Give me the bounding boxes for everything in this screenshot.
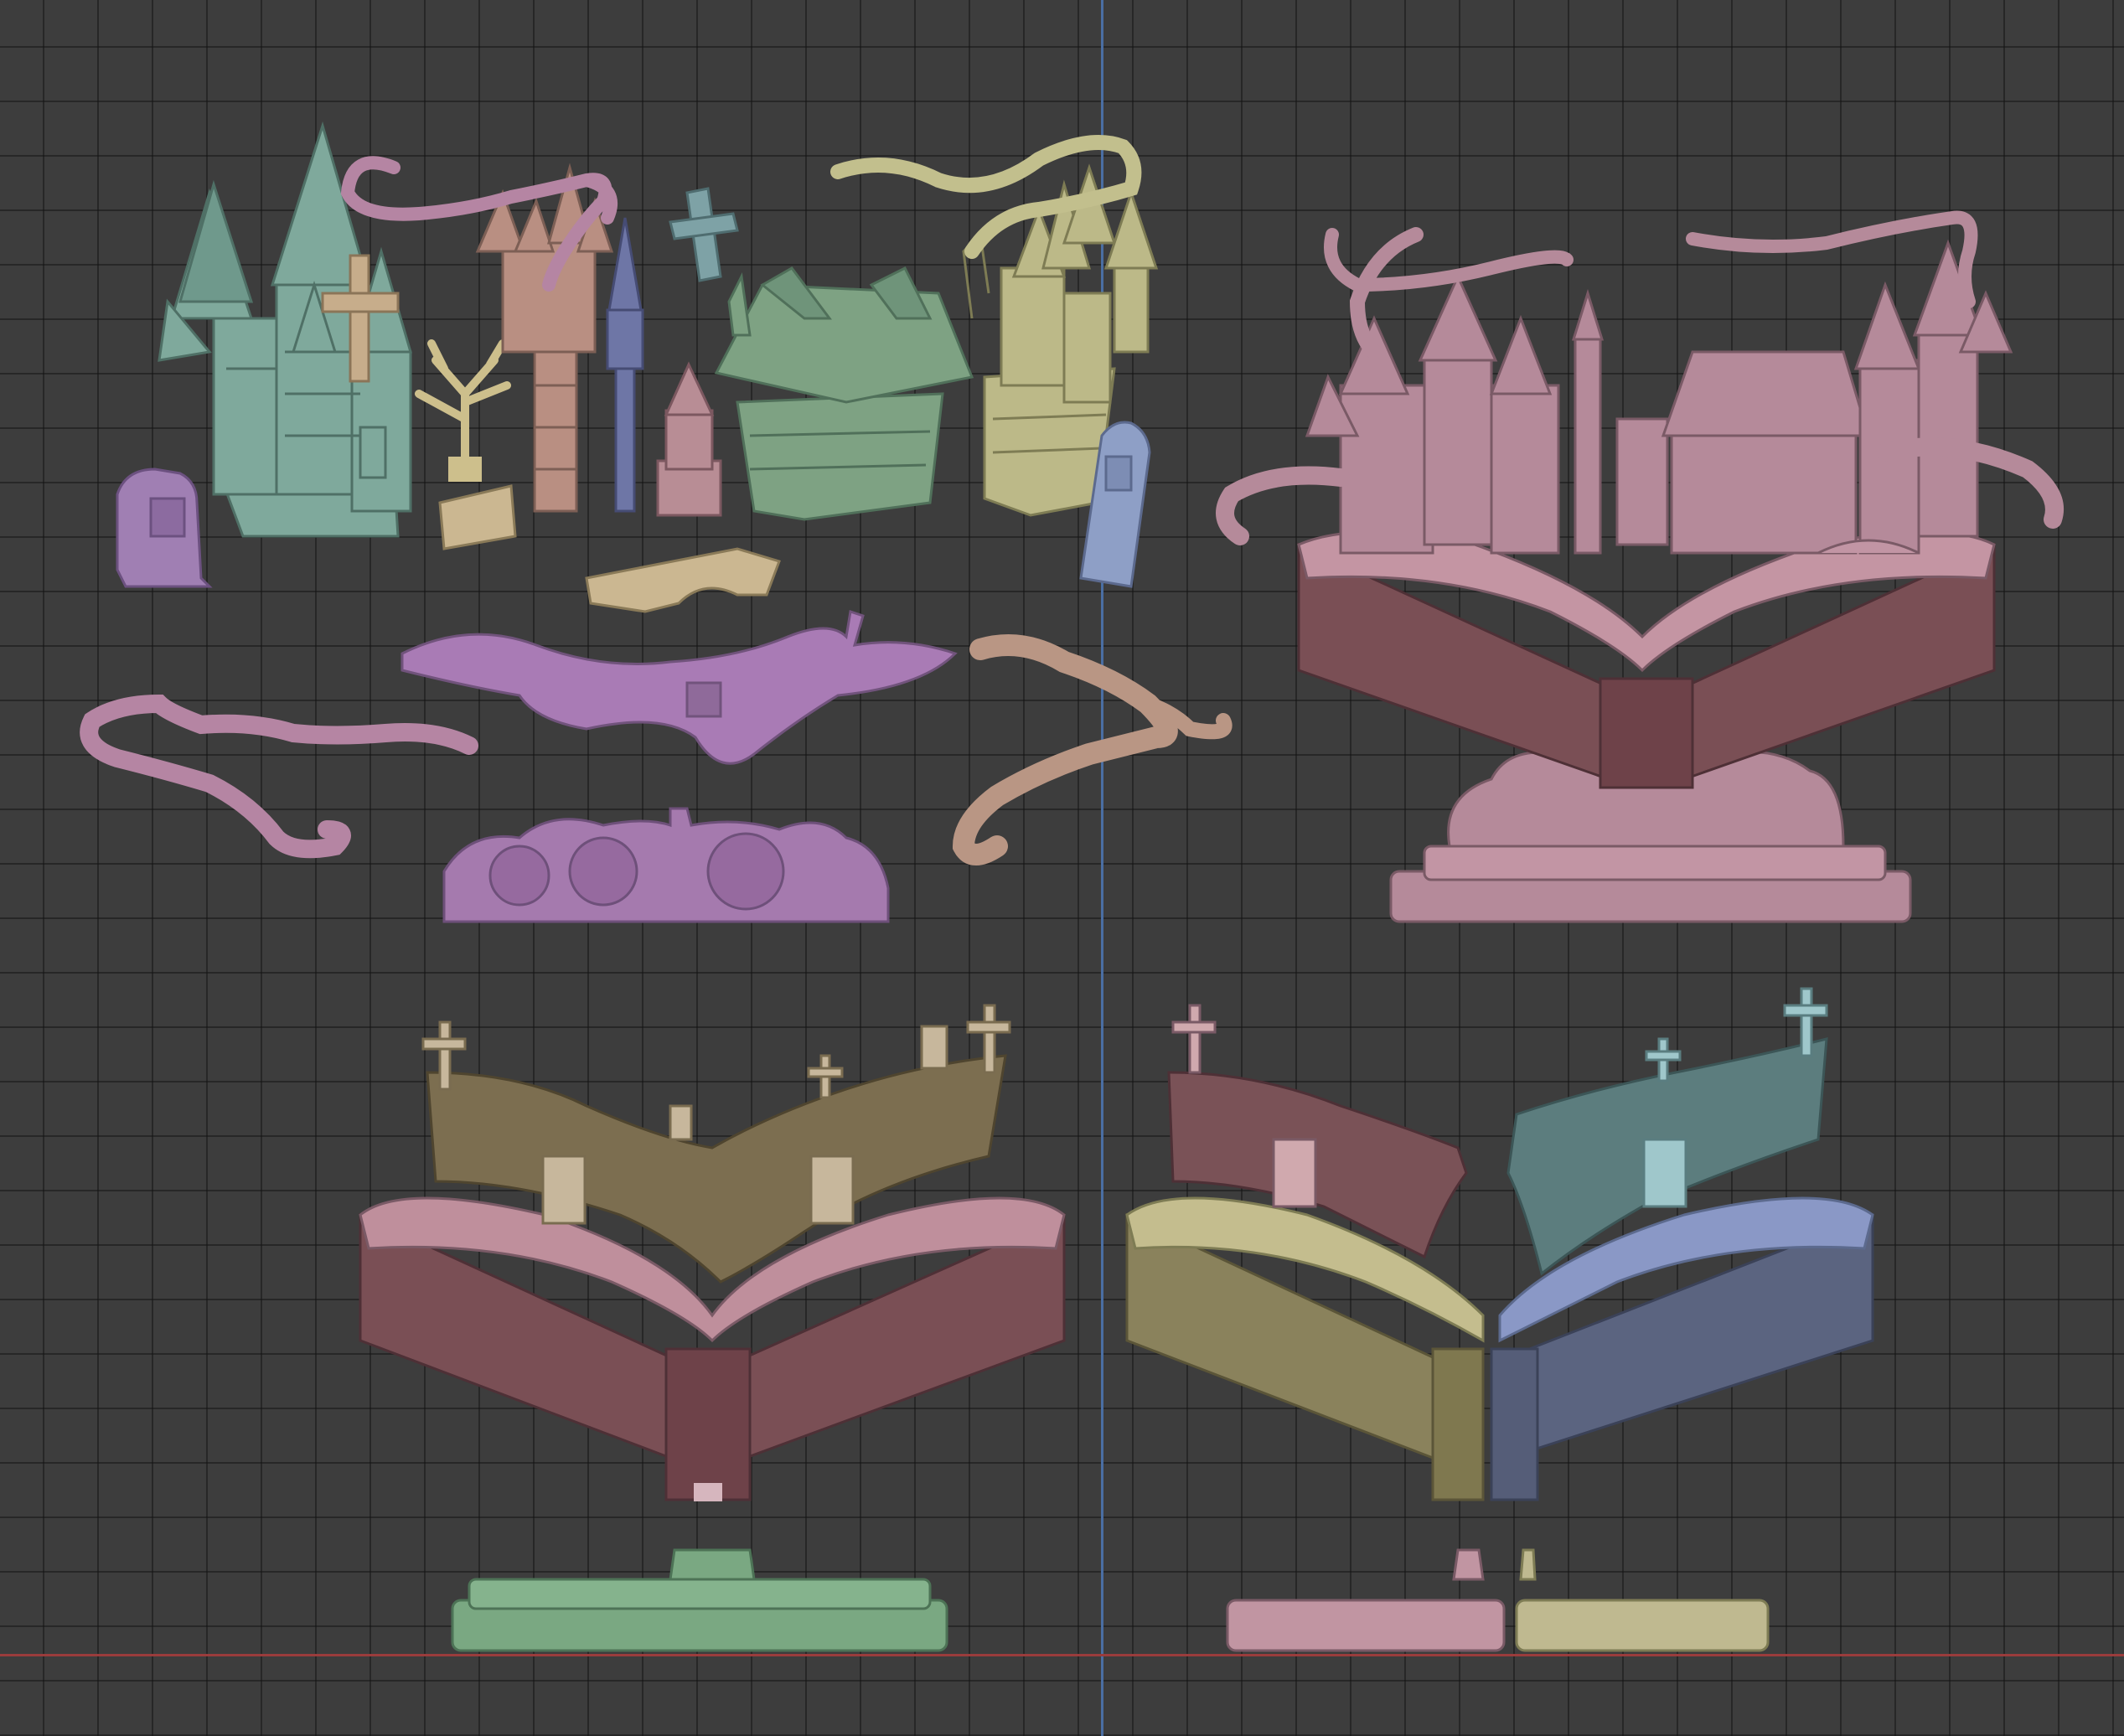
bridge-tan[interactable] [585, 547, 781, 613]
ground-purple[interactable] [401, 610, 958, 765]
base-yellow-half [1515, 1599, 1770, 1652]
house-green[interactable] [714, 266, 974, 521]
assembled-model[interactable] [1216, 210, 2064, 923]
book-exploded-left[interactable] [359, 1004, 1066, 1652]
blender-viewport[interactable] [0, 0, 2124, 1736]
cross-blue-green[interactable] [669, 187, 739, 282]
spire-blue[interactable] [606, 217, 644, 513]
book-exploded-right[interactable] [1125, 987, 1874, 1652]
vine-tan-right[interactable] [952, 634, 1178, 865]
tombstone-purple[interactable] [116, 468, 213, 588]
vine-pink-left[interactable] [80, 694, 478, 859]
brick-stack[interactable] [438, 484, 517, 550]
book-spine [1599, 677, 1694, 789]
base-pink-half [1226, 1599, 1506, 1652]
castle-teal[interactable] [158, 121, 412, 538]
clouds-purple[interactable] [442, 807, 890, 923]
scene-objects[interactable] [0, 0, 2124, 1736]
tree-dead[interactable] [415, 339, 511, 482]
small-tower-mauve[interactable] [656, 361, 722, 517]
